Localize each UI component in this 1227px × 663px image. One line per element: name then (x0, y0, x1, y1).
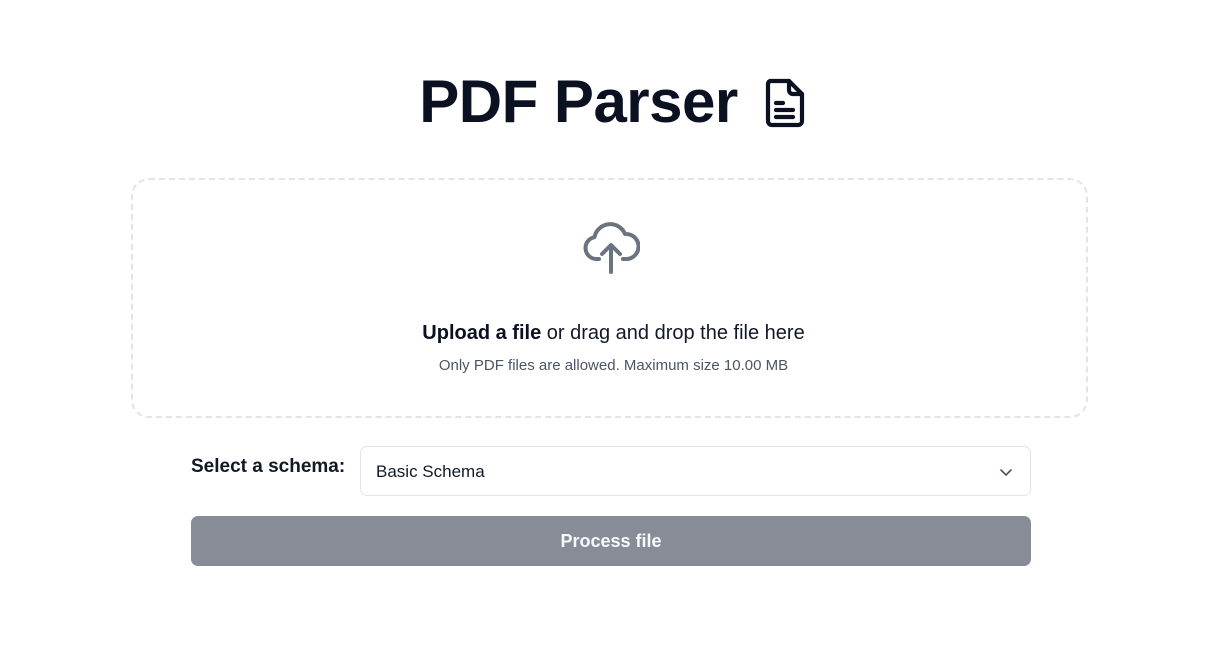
chevron-down-icon (998, 464, 1014, 480)
header: PDF Parser (0, 62, 1227, 142)
drag-drop-text: or drag and drop the file here (541, 322, 805, 344)
cloud-upload-icon (582, 222, 641, 276)
page-title: PDF Parser (419, 68, 738, 135)
document-text-icon (762, 77, 808, 129)
upload-file-link[interactable]: Upload a file (422, 322, 541, 344)
schema-select[interactable]: Basic Schema (360, 446, 1031, 496)
upload-hint: Only PDF files are allowed. Maximum size… (438, 357, 789, 374)
process-file-button[interactable]: Process file (191, 516, 1031, 566)
schema-select-value: Basic Schema (376, 462, 485, 481)
pdf-parser-page: PDF Parser Upload a file or drag and dro… (0, 0, 1227, 663)
file-dropzone[interactable] (131, 178, 1088, 418)
upload-instructions: Upload a file or drag and drop the file … (0, 322, 1227, 345)
schema-label: Select a schema: (191, 456, 346, 477)
